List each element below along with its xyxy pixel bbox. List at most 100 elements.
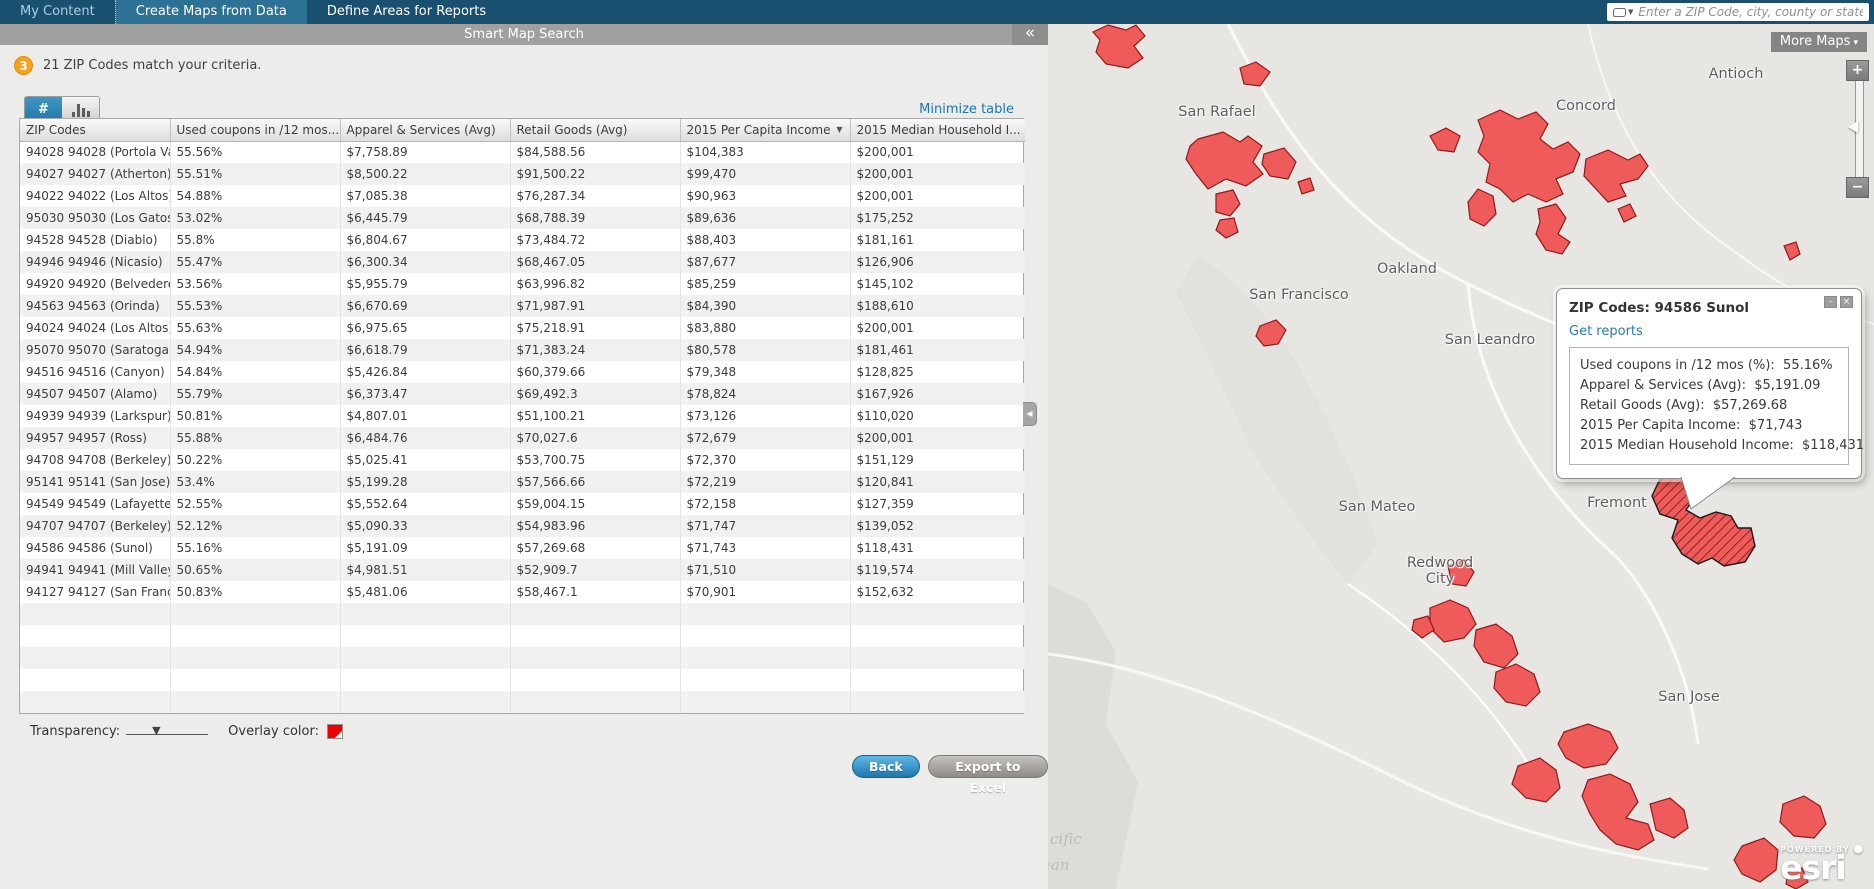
- table-row[interactable]: 95030 95030 (Los Gatos 53.02% $6,445.79 $68…: [20, 207, 1025, 229]
- empty-table-cell: [20, 603, 171, 625]
- esri-globe-icon: ●: [1853, 842, 1864, 855]
- empty-table-cell: [170, 647, 341, 669]
- map-canvas[interactable]: San Rafael Antioch Concord Oakland San Franc…: [1048, 24, 1874, 889]
- table-row[interactable]: 94516 94516 (Canyon) 54.84% $5,426.84 $60,3…: [20, 361, 1025, 383]
- esri-logo-text: esri: [1780, 848, 1847, 887]
- table-cell: $71,747: [680, 515, 851, 537]
- panel-title: Smart Map Search: [464, 27, 584, 42]
- empty-table-cell: [850, 603, 1025, 625]
- table-cell: 50.65%: [170, 559, 341, 581]
- zip-overlay-polygon[interactable]: [1511, 757, 1561, 803]
- column-header-per-capita-income[interactable]: 2015 Per Capita Income ▼: [680, 119, 851, 142]
- tab-my-content[interactable]: My Content: [0, 0, 115, 24]
- table-cell: $5,426.84: [340, 361, 511, 383]
- column-header-median-household-income[interactable]: 2015 Median Household I...: [850, 119, 1025, 142]
- table-row[interactable]: 94941 94941 (Mill Valley 50.65% $4,981.51 $…: [20, 559, 1025, 581]
- zip-overlay-polygon[interactable]: [1261, 147, 1297, 180]
- zip-overlay-polygon[interactable]: [1733, 837, 1779, 883]
- minimize-table-link[interactable]: Minimize table: [919, 102, 1014, 117]
- zip-overlay-polygon[interactable]: [1429, 127, 1461, 153]
- table-row[interactable]: 94939 94939 (Larkspur) 50.81% $4,807.01 $51…: [20, 405, 1025, 427]
- histogram-icon: [71, 103, 90, 117]
- table-cell: $127,359: [856, 497, 914, 511]
- table-row[interactable]: 94027 94027 (Atherton) 55.51% $8,500.22 $91…: [20, 163, 1025, 185]
- column-header-used-coupons[interactable]: Used coupons in /12 mos...: [170, 119, 341, 142]
- table-cell: $58,467.1: [510, 581, 681, 603]
- column-header-retail-goods[interactable]: Retail Goods (Avg): [510, 119, 681, 142]
- table-row[interactable]: 94024 94024 (Los Altos) 55.63% $6,975.65 $7…: [20, 317, 1025, 339]
- table-row[interactable]: 94563 94563 (Orinda) 55.53% $6,670.69 $71,9…: [20, 295, 1025, 317]
- table-row[interactable]: 94920 94920 (Belvedere 53.56% $5,955.79 $63…: [20, 273, 1025, 295]
- export-to-excel-button[interactable]: Export to Excel: [927, 755, 1048, 795]
- table-row[interactable]: 94946 94946 (Nicasio) 55.47% $6,300.34 $68,…: [20, 251, 1025, 273]
- column-header-apparel-services[interactable]: Apparel & Services (Avg): [340, 119, 511, 142]
- zoom-in-button[interactable]: +: [1846, 60, 1869, 81]
- table-row[interactable]: 94528 94528 (Diablo) 55.8% $6,804.67 $73,48…: [20, 229, 1025, 251]
- table-row[interactable]: 94022 94022 (Los Altos) 54.88% $7,085.38 $7…: [20, 185, 1025, 207]
- transparency-slider-handle[interactable]: ▼: [152, 724, 160, 737]
- collapse-table-side-tab[interactable]: ◀: [1023, 402, 1037, 426]
- zip-overlay-polygon[interactable]: [1239, 61, 1271, 87]
- zoom-slider-handle[interactable]: [1847, 121, 1858, 133]
- popup-minimize-button[interactable]: –: [1824, 296, 1837, 308]
- zip-overlay-polygon[interactable]: [1215, 189, 1241, 217]
- table-row[interactable]: 94028 94028 (Portola Va 55.56% $7,758.89 $8…: [20, 141, 1025, 163]
- zip-overlay-polygon[interactable]: [1467, 188, 1497, 227]
- zip-overlay-polygon[interactable]: [1583, 149, 1649, 203]
- table-row[interactable]: 95141 95141 (San Jose) 53.4% $5,199.28 $57,…: [20, 471, 1025, 493]
- table-cell: 94939 94939 (Larkspur): [20, 405, 171, 427]
- zip-overlay-polygon[interactable]: [1617, 203, 1637, 223]
- table-row[interactable]: 94507 94507 (Alamo) 55.79% $6,373.47 $69,49…: [20, 383, 1025, 405]
- table-cell: $200,001: [856, 145, 914, 160]
- zip-overlay-polygon[interactable]: [1535, 203, 1571, 255]
- table-row[interactable]: 94708 94708 (Berkeley) 50.22% $5,025.41 $53…: [20, 449, 1025, 471]
- table-row[interactable]: 94957 94957 (Ross) 55.88% $6,484.76 $70,027…: [20, 427, 1025, 449]
- table-row[interactable]: 94586 94586 (Sunol) 55.16% $5,191.09 $57,26…: [20, 537, 1025, 559]
- table-cell: $79,348: [680, 361, 851, 383]
- zip-overlay-polygon[interactable]: [1581, 773, 1655, 851]
- zip-overlay-polygon[interactable]: [1185, 131, 1264, 190]
- table-row[interactable]: 95070 95070 (Saratoga) 54.94% $6,618.79 $71…: [20, 339, 1025, 361]
- empty-table-cell: [850, 625, 1025, 647]
- zip-overlay-polygon[interactable]: [1649, 797, 1689, 839]
- table-cell: $104,383: [680, 141, 851, 163]
- zip-overlay-polygon[interactable]: [1429, 599, 1477, 643]
- location-search-box[interactable]: ▼: [1607, 3, 1869, 21]
- table-cell: 94707 94707 (Berkeley): [20, 515, 171, 537]
- zip-overlay-polygon[interactable]: [1477, 109, 1581, 203]
- transparency-slider[interactable]: ▼: [126, 724, 209, 737]
- column-header-zip-codes[interactable]: ZIP Codes: [20, 119, 171, 142]
- search-type-dropdown-icon[interactable]: ▼: [1628, 8, 1633, 16]
- popup-close-button[interactable]: ×: [1840, 296, 1853, 308]
- table-row[interactable]: 94549 94549 (Lafayette) 52.55% $5,552.64 $5…: [20, 493, 1025, 515]
- search-input[interactable]: [1638, 5, 1863, 19]
- zip-overlay-polygon[interactable]: [1557, 723, 1619, 769]
- zip-overlay-polygon[interactable]: [1297, 177, 1315, 195]
- table-row[interactable]: 94707 94707 (Berkeley) 52.12% $5,090.33 $54…: [20, 515, 1025, 537]
- zip-overlay-polygon[interactable]: [1092, 24, 1146, 69]
- tab-create-maps-from-data[interactable]: Create Maps from Data: [114, 0, 307, 24]
- more-maps-button[interactable]: More Maps ▾: [1770, 32, 1867, 52]
- table-row[interactable]: 94127 94127 (San Franc 50.83% $5,481.06 $58…: [20, 581, 1025, 603]
- zip-overlay-polygon[interactable]: [1783, 241, 1801, 261]
- zip-overlay-polygon[interactable]: [1215, 217, 1239, 239]
- table-cell: $57,269.68: [510, 537, 681, 559]
- collapse-panel-button[interactable]: «: [1012, 24, 1048, 45]
- overlay-color-swatch[interactable]: [327, 724, 343, 739]
- zip-overlay-polygon[interactable]: [1447, 559, 1475, 587]
- popup-detail-line: 2015 Median Household Income: $118,431: [1580, 438, 1865, 453]
- table-cell: $200,001: [856, 431, 914, 445]
- zip-overlay-polygon[interactable]: [1779, 795, 1827, 839]
- tab-define-areas-for-reports[interactable]: Define Areas for Reports: [307, 0, 506, 24]
- back-button[interactable]: Back: [852, 755, 920, 778]
- sort-dropdown-icon[interactable]: ▼: [836, 125, 842, 134]
- zoom-out-button[interactable]: −: [1846, 177, 1869, 198]
- zip-overlay-polygon[interactable]: [1493, 663, 1541, 707]
- zip-overlay-polygon[interactable]: [1473, 623, 1519, 669]
- table-cell: $73,126: [680, 405, 851, 427]
- get-reports-link[interactable]: Get reports: [1557, 320, 1861, 345]
- table-cell: $54,983.96: [510, 515, 681, 537]
- zoom-slider-track[interactable]: [1847, 81, 1864, 177]
- empty-table-row: [20, 625, 1025, 647]
- ocean-label: ean: [1048, 856, 1070, 874]
